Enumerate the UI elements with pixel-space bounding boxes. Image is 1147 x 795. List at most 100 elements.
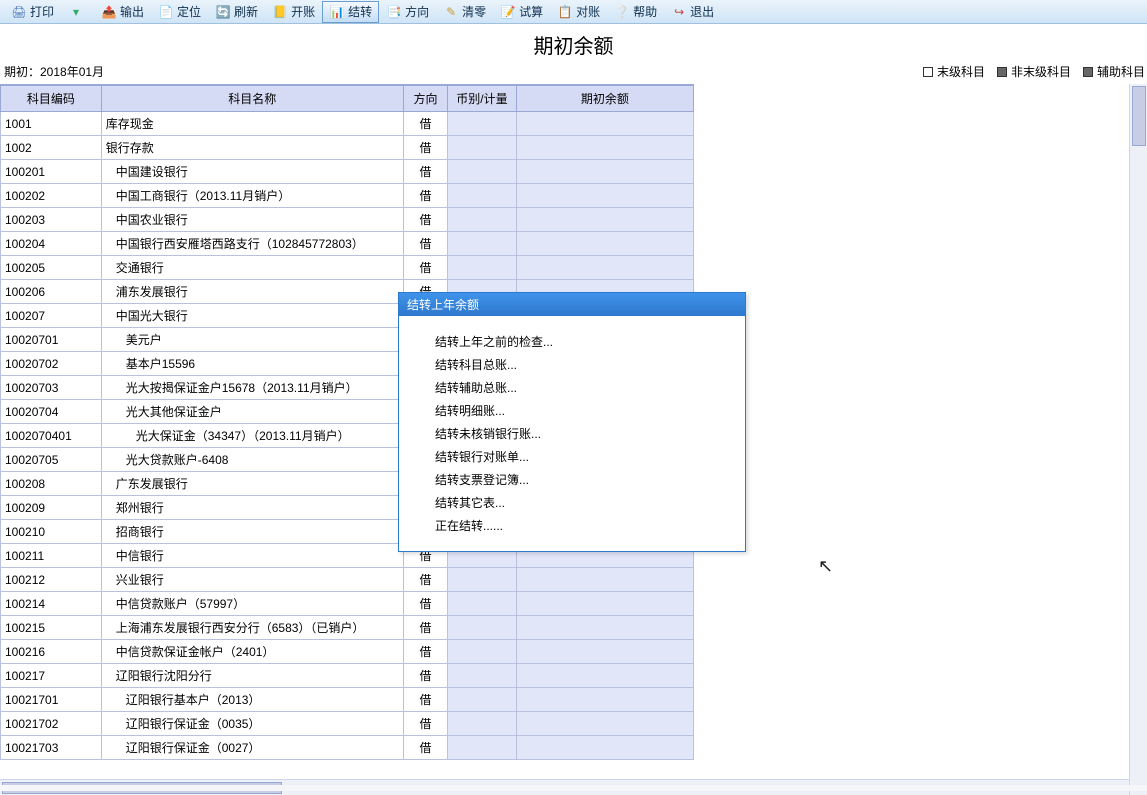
cell-dir[interactable]: 借 <box>403 688 447 712</box>
cell-currency[interactable] <box>448 592 516 616</box>
table-row[interactable]: 100202 中国工商银行（2013.11月销户）借 <box>1 184 694 208</box>
cell-code[interactable]: 10020703 <box>1 376 102 400</box>
cell-balance[interactable] <box>516 712 693 736</box>
table-row[interactable]: 10021703 辽阳银行保证金（0027）借 <box>1 736 694 760</box>
cell-currency[interactable] <box>448 160 516 184</box>
cell-name[interactable]: 辽阳银行保证金（0035） <box>101 712 403 736</box>
cell-name[interactable]: 辽阳银行基本户（2013） <box>101 688 403 712</box>
table-row[interactable]: 1002银行存款借 <box>1 136 694 160</box>
cell-code[interactable]: 10020701 <box>1 328 102 352</box>
cell-balance[interactable] <box>516 640 693 664</box>
col-code-header[interactable]: 科目编码 <box>1 86 102 112</box>
cell-balance[interactable] <box>516 184 693 208</box>
cell-code[interactable]: 100206 <box>1 280 102 304</box>
table-row[interactable]: 100216 中信贷款保证金帐户（2401）借 <box>1 640 694 664</box>
cell-balance[interactable] <box>516 568 693 592</box>
cell-code[interactable]: 10021702 <box>1 712 102 736</box>
cell-name[interactable]: 中信贷款保证金帐户（2401） <box>101 640 403 664</box>
toolbar-btn-对账[interactable]: 📋对账 <box>550 1 607 23</box>
cell-dir[interactable]: 借 <box>403 736 447 760</box>
cell-balance[interactable] <box>516 688 693 712</box>
cell-code[interactable]: 10021701 <box>1 688 102 712</box>
cell-name[interactable]: 光大贷款账户-6408 <box>101 448 403 472</box>
cell-currency[interactable] <box>448 736 516 760</box>
cell-dir[interactable]: 借 <box>403 136 447 160</box>
toolbar-btn-item1[interactable]: ▾ <box>61 1 94 23</box>
col-name-header[interactable]: 科目名称 <box>101 86 403 112</box>
cell-currency[interactable] <box>448 208 516 232</box>
cell-code[interactable]: 100210 <box>1 520 102 544</box>
cell-name[interactable]: 兴业银行 <box>101 568 403 592</box>
cell-dir[interactable]: 借 <box>403 640 447 664</box>
cell-code[interactable]: 100209 <box>1 496 102 520</box>
cell-currency[interactable] <box>448 688 516 712</box>
cell-code[interactable]: 100215 <box>1 616 102 640</box>
cell-dir[interactable]: 借 <box>403 592 447 616</box>
cell-balance[interactable] <box>516 592 693 616</box>
cell-name[interactable]: 中信银行 <box>101 544 403 568</box>
cell-name[interactable]: 中国农业银行 <box>101 208 403 232</box>
col-bal-header[interactable]: 期初余额 <box>516 86 693 112</box>
cell-dir[interactable]: 借 <box>403 112 447 136</box>
table-row[interactable]: 10021701 辽阳银行基本户（2013）借 <box>1 688 694 712</box>
table-row[interactable]: 100204 中国银行西安雁塔西路支行（102845772803）借 <box>1 232 694 256</box>
cell-currency[interactable] <box>448 256 516 280</box>
cell-dir[interactable]: 借 <box>403 184 447 208</box>
cell-balance[interactable] <box>516 616 693 640</box>
cell-name[interactable]: 辽阳银行保证金（0027） <box>101 736 403 760</box>
cell-code[interactable]: 1001 <box>1 112 102 136</box>
toolbar-btn-定位[interactable]: 📄定位 <box>151 1 208 23</box>
cell-dir[interactable]: 借 <box>403 664 447 688</box>
table-row[interactable]: 100212 兴业银行借 <box>1 568 694 592</box>
cell-currency[interactable] <box>448 712 516 736</box>
cell-code[interactable]: 100203 <box>1 208 102 232</box>
cell-dir[interactable]: 借 <box>403 208 447 232</box>
cell-code[interactable]: 10020702 <box>1 352 102 376</box>
cell-name[interactable]: 中国工商银行（2013.11月销户） <box>101 184 403 208</box>
toolbar-btn-清零[interactable]: ✎清零 <box>436 1 493 23</box>
cell-balance[interactable] <box>516 664 693 688</box>
cell-code[interactable]: 10020704 <box>1 400 102 424</box>
toolbar-btn-刷新[interactable]: 🔄刷新 <box>208 1 265 23</box>
table-row[interactable]: 100203 中国农业银行借 <box>1 208 694 232</box>
cell-code[interactable]: 100208 <box>1 472 102 496</box>
cell-name[interactable]: 郑州银行 <box>101 496 403 520</box>
col-dir-header[interactable]: 方向 <box>403 86 447 112</box>
cell-dir[interactable]: 借 <box>403 712 447 736</box>
toolbar-btn-打印[interactable]: 🖨打印 <box>4 1 61 23</box>
cell-code[interactable]: 100207 <box>1 304 102 328</box>
cell-balance[interactable] <box>516 112 693 136</box>
cell-code[interactable]: 10021703 <box>1 736 102 760</box>
cell-currency[interactable] <box>448 616 516 640</box>
cell-dir[interactable]: 借 <box>403 232 447 256</box>
cell-name[interactable]: 中国银行西安雁塔西路支行（102845772803） <box>101 232 403 256</box>
cell-name[interactable]: 光大按揭保证金户15678（2013.11月销户） <box>101 376 403 400</box>
cell-currency[interactable] <box>448 568 516 592</box>
cell-name[interactable]: 光大保证金（34347）（2013.11月销户） <box>101 424 403 448</box>
table-row[interactable]: 100214 中信贷款账户（57997）借 <box>1 592 694 616</box>
cell-name[interactable]: 中国光大银行 <box>101 304 403 328</box>
cell-name[interactable]: 广东发展银行 <box>101 472 403 496</box>
cell-code[interactable]: 100212 <box>1 568 102 592</box>
cell-name[interactable]: 辽阳银行沈阳分行 <box>101 664 403 688</box>
cell-currency[interactable] <box>448 136 516 160</box>
cell-currency[interactable] <box>448 184 516 208</box>
toolbar-btn-结转[interactable]: 📊结转 <box>322 1 379 23</box>
cell-dir[interactable]: 借 <box>403 160 447 184</box>
cell-code[interactable]: 100201 <box>1 160 102 184</box>
cell-code[interactable]: 100211 <box>1 544 102 568</box>
cell-code[interactable]: 100216 <box>1 640 102 664</box>
cell-code[interactable]: 1002 <box>1 136 102 160</box>
cell-currency[interactable] <box>448 112 516 136</box>
cell-currency[interactable] <box>448 640 516 664</box>
cell-balance[interactable] <box>516 208 693 232</box>
cell-balance[interactable] <box>516 232 693 256</box>
cell-name[interactable]: 浦东发展银行 <box>101 280 403 304</box>
cell-dir[interactable]: 借 <box>403 616 447 640</box>
cell-dir[interactable]: 借 <box>403 256 447 280</box>
vertical-scrollbar[interactable] <box>1129 84 1147 795</box>
cell-currency[interactable] <box>448 664 516 688</box>
cell-code[interactable]: 100214 <box>1 592 102 616</box>
cell-name[interactable]: 银行存款 <box>101 136 403 160</box>
table-row[interactable]: 1001库存现金借 <box>1 112 694 136</box>
